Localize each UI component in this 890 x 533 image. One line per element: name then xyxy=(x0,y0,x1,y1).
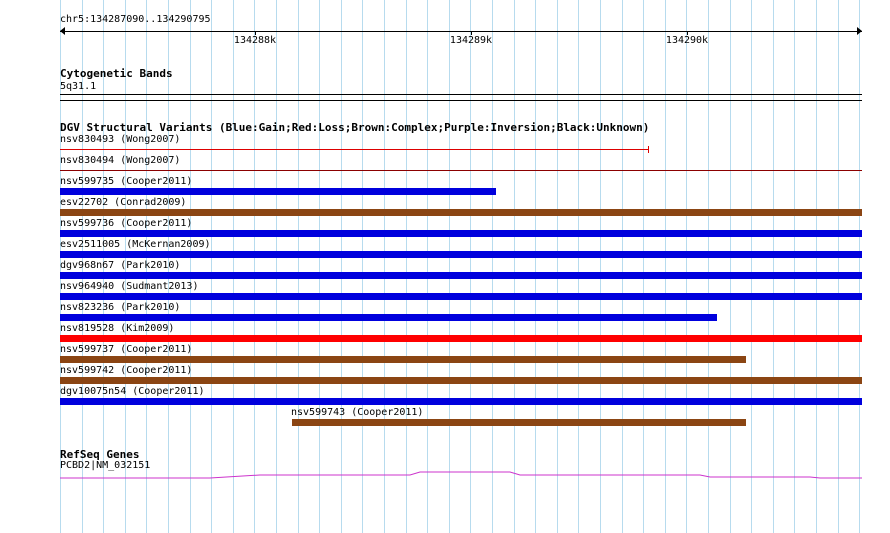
genome-browser-canvas: chr5:134287090..134290795 134288k 134289… xyxy=(0,0,890,533)
refseq-gene-feature[interactable] xyxy=(0,0,890,533)
